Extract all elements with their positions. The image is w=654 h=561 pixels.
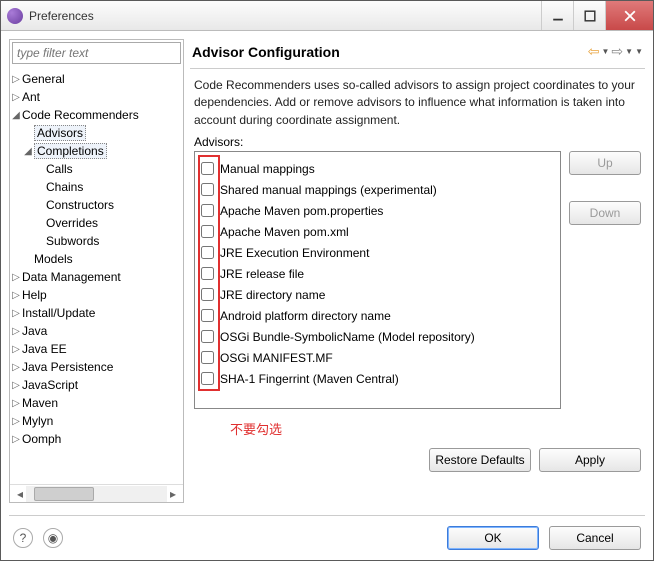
expand-icon[interactable]: ▷ [10,326,22,337]
tree-item-general[interactable]: ▷General [10,70,183,88]
advisor-item[interactable]: SHA-1 Fingerrint (Maven Central) [199,368,556,389]
advisor-checkbox[interactable] [201,183,214,196]
expand-icon[interactable]: ▷ [10,272,22,283]
expand-icon[interactable]: ▷ [10,344,22,355]
advisor-item[interactable]: Android platform directory name [199,305,556,326]
tree-item-advisors[interactable]: Advisors [10,124,183,142]
restore-defaults-button[interactable]: Restore Defaults [429,448,531,472]
tree-item-subwords[interactable]: Subwords [10,232,183,250]
advisor-checkbox[interactable] [201,330,214,343]
settings-panel: Advisor Configuration ⇦▼ ⇨▼ ▼ Code Recom… [190,39,645,503]
forward-menu-icon[interactable]: ▼ [625,47,633,56]
filter-input[interactable] [12,42,181,64]
apply-button[interactable]: Apply [539,448,641,472]
back-icon[interactable]: ⇦ [588,43,600,60]
advisor-item[interactable]: OSGi MANIFEST.MF [199,347,556,368]
tree-item-java-ee[interactable]: ▷Java EE [10,340,183,358]
advisor-checkbox[interactable] [201,162,214,175]
advisor-item[interactable]: JRE directory name [199,284,556,305]
advisor-checkbox[interactable] [201,267,214,280]
expand-icon[interactable]: ▷ [10,92,22,103]
scroll-right-icon[interactable]: ▸ [165,487,181,501]
preferences-window: Preferences ▷General ▷Ant ◢Code Recommen… [0,0,654,561]
tree-item-mylyn[interactable]: ▷Mylyn [10,412,183,430]
expand-icon[interactable]: ▷ [10,380,22,391]
category-panel: ▷General ▷Ant ◢Code Recommenders Advisor… [9,39,184,503]
annotation-text: 不要勾选 [190,409,645,438]
advisor-checkbox[interactable] [201,351,214,364]
advisor-checkbox[interactable] [201,288,214,301]
titlebar[interactable]: Preferences [1,1,653,31]
expand-icon[interactable]: ▷ [10,416,22,427]
advisors-label: Advisors: [190,133,645,151]
advisor-item[interactable]: JRE release file [199,263,556,284]
expand-icon[interactable]: ▷ [10,434,22,445]
collapse-icon[interactable]: ◢ [22,146,34,157]
up-button[interactable]: Up [569,151,641,175]
collapse-icon[interactable]: ◢ [10,110,22,121]
expand-icon[interactable]: ▷ [10,362,22,373]
page-description: Code Recommenders uses so-called advisor… [190,69,645,133]
advisor-checkbox[interactable] [201,372,214,385]
page-title: Advisor Configuration [192,44,588,60]
tree-item-javascript[interactable]: ▷JavaScript [10,376,183,394]
tree-item-overrides[interactable]: Overrides [10,214,183,232]
tree-item-java-persistence[interactable]: ▷Java Persistence [10,358,183,376]
tree-item-install-update[interactable]: ▷Install/Update [10,304,183,322]
close-button[interactable] [605,1,653,30]
tree-item-chains[interactable]: Chains [10,178,183,196]
tree-item-calls[interactable]: Calls [10,160,183,178]
dialog-footer: ? ◉ OK Cancel [1,520,653,560]
advisors-list[interactable]: Manual mappings Shared manual mappings (… [194,151,561,409]
advisor-checkbox[interactable] [201,309,214,322]
scrollbar-thumb[interactable] [34,487,94,501]
advisor-checkbox[interactable] [201,225,214,238]
expand-icon[interactable]: ▷ [10,290,22,301]
expand-icon[interactable]: ▷ [10,308,22,319]
tree-item-maven[interactable]: ▷Maven [10,394,183,412]
tree-item-ant[interactable]: ▷Ant [10,88,183,106]
down-button[interactable]: Down [569,201,641,225]
record-icon[interactable]: ◉ [43,528,63,548]
advisor-checkbox[interactable] [201,246,214,259]
maximize-button[interactable] [573,1,605,30]
separator [9,515,645,516]
advisor-item[interactable]: JRE Execution Environment [199,242,556,263]
tree-item-completions[interactable]: ◢Completions [10,142,183,160]
tree-item-models[interactable]: Models [10,250,183,268]
minimize-button[interactable] [541,1,573,30]
advisor-item[interactable]: Apache Maven pom.xml [199,221,556,242]
tree-item-help[interactable]: ▷Help [10,286,183,304]
ok-button[interactable]: OK [447,526,539,550]
tree-item-constructors[interactable]: Constructors [10,196,183,214]
app-icon [7,8,23,24]
tree-item-data-management[interactable]: ▷Data Management [10,268,183,286]
advisor-item[interactable]: Manual mappings [199,158,556,179]
advisor-item[interactable]: Shared manual mappings (experimental) [199,179,556,200]
tree-item-code-recommenders[interactable]: ◢Code Recommenders [10,106,183,124]
advisor-item[interactable]: Apache Maven pom.properties [199,200,556,221]
expand-icon[interactable]: ▷ [10,398,22,409]
view-menu-icon[interactable]: ▼ [635,47,643,56]
tree-item-java[interactable]: ▷Java [10,322,183,340]
horizontal-scrollbar[interactable]: ◂ ▸ [10,484,183,502]
expand-icon[interactable]: ▷ [10,74,22,85]
category-tree[interactable]: ▷General ▷Ant ◢Code Recommenders Advisor… [10,66,183,484]
help-icon[interactable]: ? [13,528,33,548]
advisor-item[interactable]: OSGi Bundle-SymbolicName (Model reposito… [199,326,556,347]
forward-icon[interactable]: ⇨ [611,43,623,60]
back-menu-icon[interactable]: ▼ [602,47,610,56]
tree-item-oomph[interactable]: ▷Oomph [10,430,183,448]
advisor-checkbox[interactable] [201,204,214,217]
cancel-button[interactable]: Cancel [549,526,641,550]
window-title: Preferences [29,9,541,23]
